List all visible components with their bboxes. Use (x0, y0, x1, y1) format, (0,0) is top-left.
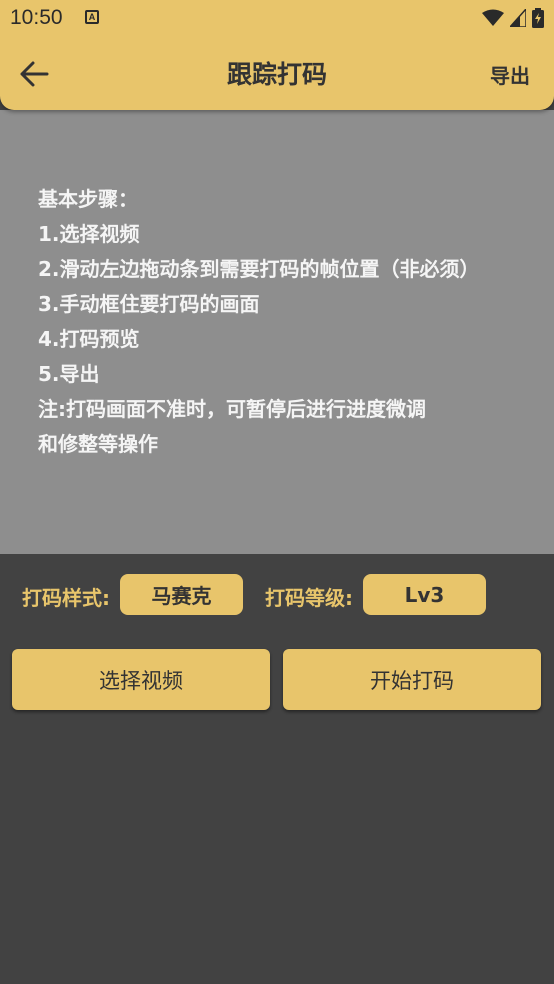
status-time: 10:50 (10, 6, 63, 29)
select-video-button[interactable]: 选择视频 (12, 649, 270, 710)
start-mosaic-button[interactable]: 开始打码 (283, 649, 541, 710)
export-button[interactable]: 导出 (490, 60, 530, 89)
instruction-step: 2.滑动左边拖动条到需要打码的帧位置（非必须） (38, 257, 480, 281)
instruction-note: 注:打码画面不准时，可暂停后进行进度微调 (38, 397, 426, 421)
instruction-step: 1.选择视频 (38, 222, 140, 246)
app-bar: 10:50 A 跟踪打码 导出 (0, 0, 554, 110)
notification-app-icon: A (85, 10, 99, 24)
instruction-step: 3.手动框住要打码的画面 (38, 292, 260, 316)
mosaic-settings-row: 打码样式: 马赛克 打码等级: Lv3 (0, 574, 554, 616)
mosaic-level-label: 打码等级: (265, 586, 353, 610)
instructions-heading: 基本步骤： (38, 187, 138, 211)
signal-icon (510, 9, 526, 27)
mosaic-style-selector[interactable]: 马赛克 (120, 574, 243, 615)
instruction-step: 4.打码预览 (38, 327, 140, 351)
mosaic-level-selector[interactable]: Lv3 (363, 574, 486, 615)
page-title: 跟踪打码 (226, 60, 327, 89)
instruction-note: 和修整等操作 (38, 432, 158, 456)
instruction-step: 5.导出 (38, 362, 100, 386)
status-icons (482, 6, 544, 30)
battery-charging-icon (532, 8, 544, 28)
wifi-icon (482, 9, 504, 26)
mosaic-style-label: 打码样式: (22, 586, 110, 610)
instructions-panel: 基本步骤： 1.选择视频 2.滑动左边拖动条到需要打码的帧位置（非必须） 3.手… (0, 110, 554, 554)
